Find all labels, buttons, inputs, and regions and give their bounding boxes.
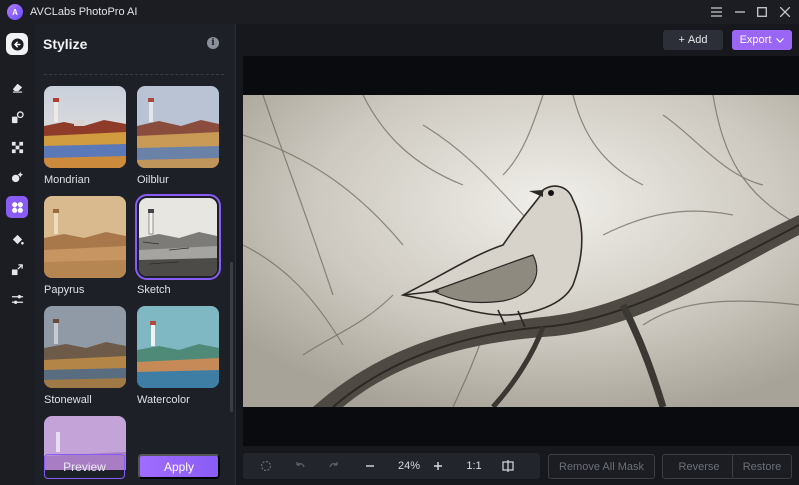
rail-resize[interactable] (6, 258, 28, 280)
style-thumb-sketch[interactable] (135, 194, 221, 280)
zoom-out-icon[interactable] (361, 457, 379, 475)
tool-rail (0, 24, 34, 485)
actual-size-button[interactable]: 1:1 (461, 457, 487, 475)
undo-icon[interactable] (291, 457, 309, 475)
style-gallery: Mondrian Oilblur Papyrus Sketch Stonewal… (34, 70, 236, 470)
app-logo-icon: A (7, 4, 23, 20)
stonewall-thumbnail (44, 306, 126, 388)
gallery-top-fade (44, 74, 224, 75)
style-label-sketch: Sketch (137, 284, 171, 296)
style-label-papyrus: Papyrus (44, 284, 85, 296)
compare-icon[interactable] (499, 457, 517, 475)
style-thumb-oilblur[interactable] (137, 86, 219, 168)
export-button-label: Export (739, 34, 772, 46)
remove-all-mask-button[interactable]: Remove All Mask (548, 454, 655, 479)
watercolor-thumbnail (137, 306, 219, 388)
sketch-thumbnail (139, 198, 217, 276)
preview-button[interactable]: Preview (44, 454, 125, 479)
enhance-icon (11, 110, 24, 123)
rail-enhance[interactable] (6, 106, 28, 128)
app-window: A AVCLabs PhotoPro AI Stylize i Mondrian… (0, 0, 799, 485)
hamburger-icon[interactable] (707, 3, 725, 21)
rail-adjust[interactable] (6, 288, 28, 310)
zoom-in-icon[interactable] (429, 457, 447, 475)
rail-colorize[interactable] (6, 166, 28, 188)
apply-button[interactable]: Apply (138, 454, 220, 479)
close-icon[interactable] (776, 3, 794, 21)
bird-sketch-picture (243, 95, 799, 407)
papyrus-thumbnail (44, 196, 126, 278)
rail-stylize[interactable] (6, 196, 28, 218)
style-thumb-mondrian[interactable] (44, 86, 126, 168)
add-button[interactable]: + Add (663, 30, 723, 50)
add-button-label: Add (687, 34, 708, 46)
info-icon[interactable]: i (207, 37, 219, 49)
gallery-scrollbar[interactable] (230, 262, 233, 412)
plus-icon: + (678, 34, 685, 46)
sketch-image (243, 95, 799, 407)
stylize-panel: Stylize i Mondrian Oilblur Papyrus Sketc… (34, 24, 236, 485)
reset-view-icon[interactable] (257, 457, 275, 475)
mondrian-thumbnail (44, 86, 126, 168)
resize-icon (11, 263, 23, 275)
rail-paint-bucket[interactable] (6, 228, 28, 250)
style-thumb-stonewall[interactable] (44, 306, 126, 388)
style-label-oilblur: Oilblur (137, 174, 169, 186)
maximize-icon[interactable] (753, 3, 771, 21)
image-canvas[interactable] (243, 56, 799, 446)
paint-bucket-icon (12, 234, 24, 245)
panel-title: Stylize (43, 36, 88, 52)
style-thumb-papyrus[interactable] (44, 196, 126, 278)
zoom-level: 24% (397, 460, 421, 472)
eraser-icon (12, 83, 22, 93)
style-thumb-watercolor[interactable] (137, 306, 219, 388)
style-label-mondrian: Mondrian (44, 174, 90, 186)
rail-upscale[interactable] (6, 136, 28, 158)
restore-button[interactable]: Restore (732, 454, 792, 479)
workspace: + Add Export 24% 1:1 Remove All Mask Rev… (237, 24, 799, 485)
back-button[interactable] (6, 33, 28, 55)
redo-icon[interactable] (325, 457, 343, 475)
upscale-icon (11, 141, 23, 153)
stylize-icon (11, 201, 23, 213)
back-arrow-icon (10, 37, 24, 51)
chevron-down-icon (776, 37, 785, 43)
view-toolbar: 24% 1:1 (243, 453, 540, 479)
title-bar: A AVCLabs PhotoPro AI (0, 0, 799, 24)
reverse-button[interactable]: Reverse (662, 454, 736, 479)
rail-eraser[interactable] (6, 75, 28, 97)
export-button[interactable]: Export (732, 30, 792, 50)
oilblur-thumbnail (137, 86, 219, 168)
minimize-icon[interactable] (731, 3, 749, 21)
style-label-watercolor: Watercolor (137, 394, 190, 406)
colorize-icon (11, 171, 23, 182)
adjust-icon (11, 294, 23, 304)
app-title: AVCLabs PhotoPro AI (30, 6, 138, 18)
style-label-stonewall: Stonewall (44, 394, 92, 406)
